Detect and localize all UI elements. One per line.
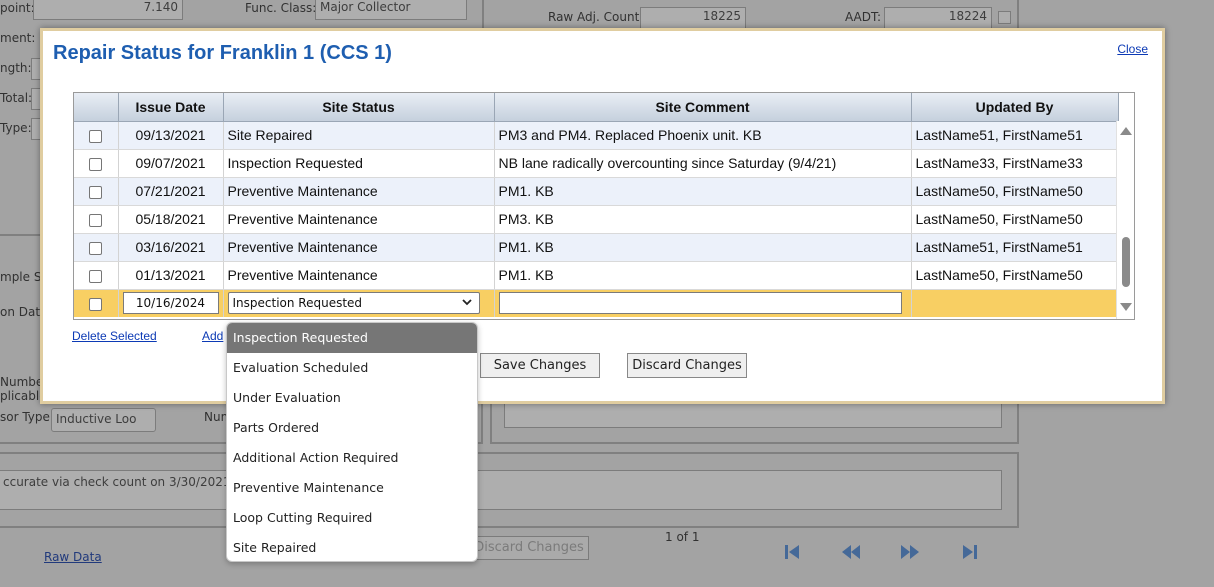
- site-status-dropdown: Inspection Requested Evaluation Schedule…: [226, 322, 478, 562]
- site-comment-input[interactable]: [498, 292, 902, 315]
- site-status-cell: Site Repaired: [223, 121, 495, 150]
- table-row[interactable]: 09/07/2021 Inspection Requested NB lane …: [74, 149, 1119, 178]
- site-comment-cell: [494, 289, 912, 317]
- dropdown-option-inspection-requested[interactable]: Inspection Requested: [227, 323, 477, 353]
- header-updated-by[interactable]: Updated By: [911, 93, 1119, 122]
- updated-by-cell: [911, 289, 1119, 317]
- new-row-checkbox[interactable]: [89, 298, 103, 312]
- dropdown-option-site-repaired[interactable]: Site Repaired: [227, 533, 477, 561]
- dropdown-option-loop-cutting-required[interactable]: Loop Cutting Required: [227, 503, 477, 533]
- dropdown-option-under-evaluation[interactable]: Under Evaluation: [227, 383, 477, 413]
- row-select-cell: [74, 121, 119, 150]
- row-checkbox[interactable]: [89, 213, 103, 227]
- site-comment-cell: PM1. KB: [494, 177, 912, 206]
- table-row[interactable]: 09/13/2021 Site Repaired PM3 and PM4. Re…: [74, 121, 1119, 150]
- site-status-cell: Preventive Maintenance: [223, 177, 495, 206]
- site-comment-cell: NB lane radically overcounting since Sat…: [494, 149, 912, 178]
- site-status-cell: Preventive Maintenance: [223, 261, 495, 290]
- modal-title: Repair Status for Franklin 1 (CCS 1): [53, 42, 392, 64]
- site-comment-cell: PM3. KB: [494, 205, 912, 234]
- dropdown-option-parts-ordered[interactable]: Parts Ordered: [227, 413, 477, 443]
- grid-scrollbar[interactable]: [1116, 121, 1134, 319]
- updated-by-cell: LastName51, FirstName51: [911, 121, 1119, 150]
- issue-date-cell: 09/13/2021: [118, 121, 224, 150]
- row-select-cell: [74, 149, 119, 178]
- header-select: [74, 93, 119, 122]
- save-changes-button[interactable]: Save Changes: [480, 353, 600, 378]
- issue-date-cell: 03/16/2021: [118, 233, 224, 262]
- updated-by-cell: LastName51, FirstName51: [911, 233, 1119, 262]
- table-row[interactable]: 01/13/2021 Preventive Maintenance PM1. K…: [74, 261, 1119, 290]
- updated-by-cell: LastName33, FirstName33: [911, 149, 1119, 178]
- repair-status-modal: Repair Status for Franklin 1 (CCS 1) Clo…: [40, 28, 1165, 404]
- arrow-down-icon[interactable]: [1120, 303, 1132, 311]
- close-link[interactable]: Close: [1117, 42, 1148, 56]
- site-status-cell: Inspection Requested: [223, 149, 495, 178]
- issue-date-cell: 05/18/2021: [118, 205, 224, 234]
- issue-date-input[interactable]: 10/16/2024: [122, 292, 219, 315]
- header-site-status[interactable]: Site Status: [223, 93, 495, 122]
- chevron-down-icon: [461, 299, 472, 306]
- header-site-comment[interactable]: Site Comment: [494, 93, 912, 122]
- row-select-cell: [74, 177, 119, 206]
- row-select-cell: [74, 233, 119, 262]
- header-issue-date[interactable]: Issue Date: [118, 93, 224, 122]
- issue-date-cell: 01/13/2021: [118, 261, 224, 290]
- site-comment-cell: PM3 and PM4. Replaced Phoenix unit. KB: [494, 121, 912, 150]
- site-status-cell: Inspection Requested: [223, 289, 495, 317]
- discard-changes-button[interactable]: Discard Changes: [627, 353, 747, 378]
- row-checkbox[interactable]: [89, 157, 103, 171]
- row-checkbox[interactable]: [89, 185, 103, 199]
- dropdown-option-evaluation-scheduled[interactable]: Evaluation Scheduled: [227, 353, 477, 383]
- site-status-select[interactable]: Inspection Requested: [227, 292, 480, 315]
- site-status-select-value: Inspection Requested: [232, 296, 363, 311]
- repair-status-grid: Issue Date Site Status Site Comment Upda…: [73, 92, 1135, 320]
- updated-by-cell: LastName50, FirstName50: [911, 177, 1119, 206]
- updated-by-cell: LastName50, FirstName50: [911, 261, 1119, 290]
- row-checkbox[interactable]: [89, 269, 103, 283]
- add-link[interactable]: Add: [202, 329, 223, 343]
- table-row[interactable]: 07/21/2021 Preventive Maintenance PM1. K…: [74, 177, 1119, 206]
- issue-date-cell: 10/16/2024: [118, 289, 224, 317]
- table-row[interactable]: 03/16/2021 Preventive Maintenance PM1. K…: [74, 233, 1119, 262]
- dropdown-option-additional-action-required[interactable]: Additional Action Required: [227, 443, 477, 473]
- site-status-cell: Preventive Maintenance: [223, 205, 495, 234]
- new-entry-row: 10/16/2024 Inspection Requested: [74, 289, 1119, 317]
- row-select-cell: [74, 205, 119, 234]
- row-select-cell: [74, 261, 119, 290]
- issue-date-cell: 07/21/2021: [118, 177, 224, 206]
- repair-status-table: Issue Date Site Status Site Comment Upda…: [74, 93, 1119, 317]
- row-select-cell: [74, 289, 119, 317]
- row-checkbox[interactable]: [89, 241, 103, 255]
- table-row[interactable]: 05/18/2021 Preventive Maintenance PM3. K…: [74, 205, 1119, 234]
- delete-selected-link[interactable]: Delete Selected: [72, 329, 157, 343]
- updated-by-cell: LastName50, FirstName50: [911, 205, 1119, 234]
- scrollbar-thumb[interactable]: [1122, 237, 1130, 287]
- site-status-cell: Preventive Maintenance: [223, 233, 495, 262]
- header-row: Issue Date Site Status Site Comment Upda…: [74, 93, 1119, 122]
- site-comment-cell: PM1. KB: [494, 233, 912, 262]
- issue-date-cell: 09/07/2021: [118, 149, 224, 178]
- arrow-up-icon[interactable]: [1120, 127, 1132, 135]
- site-comment-cell: PM1. KB: [494, 261, 912, 290]
- row-checkbox[interactable]: [89, 129, 103, 143]
- dropdown-option-preventive-maintenance[interactable]: Preventive Maintenance: [227, 473, 477, 503]
